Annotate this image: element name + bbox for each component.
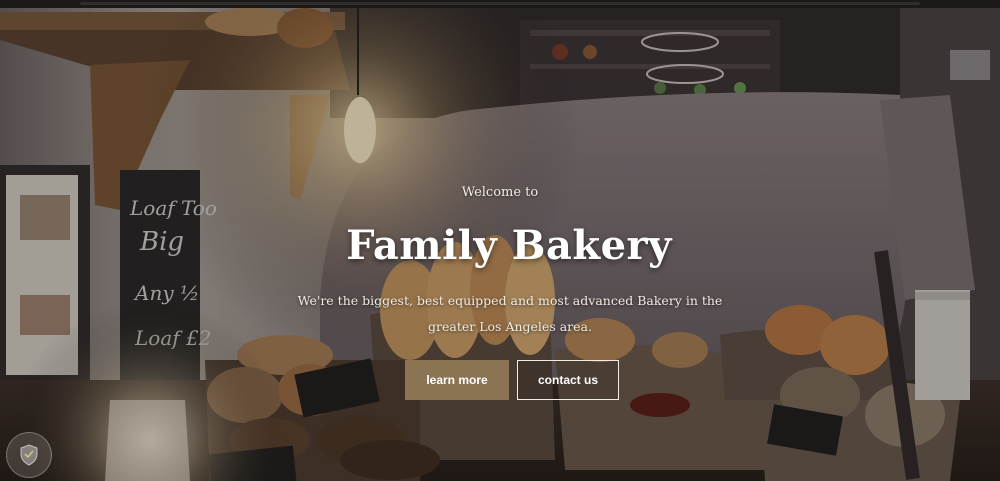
learn-more-button[interactable]: learn more bbox=[405, 360, 509, 400]
hero-welcome-text: Welcome to bbox=[461, 185, 539, 200]
contact-us-button[interactable]: contact us bbox=[517, 360, 619, 400]
hero-title: Family Bakery bbox=[346, 222, 672, 269]
hero-section: Loaf Too Big Any ½ Loaf £2 bbox=[0, 0, 1000, 481]
hero-tagline: We're the biggest, best equipped and mos… bbox=[297, 293, 723, 334]
hero-content: Welcome to Family Bakery We're the bigge… bbox=[0, 0, 1000, 481]
shield-icon bbox=[20, 444, 38, 466]
corner-badge[interactable] bbox=[6, 432, 52, 478]
